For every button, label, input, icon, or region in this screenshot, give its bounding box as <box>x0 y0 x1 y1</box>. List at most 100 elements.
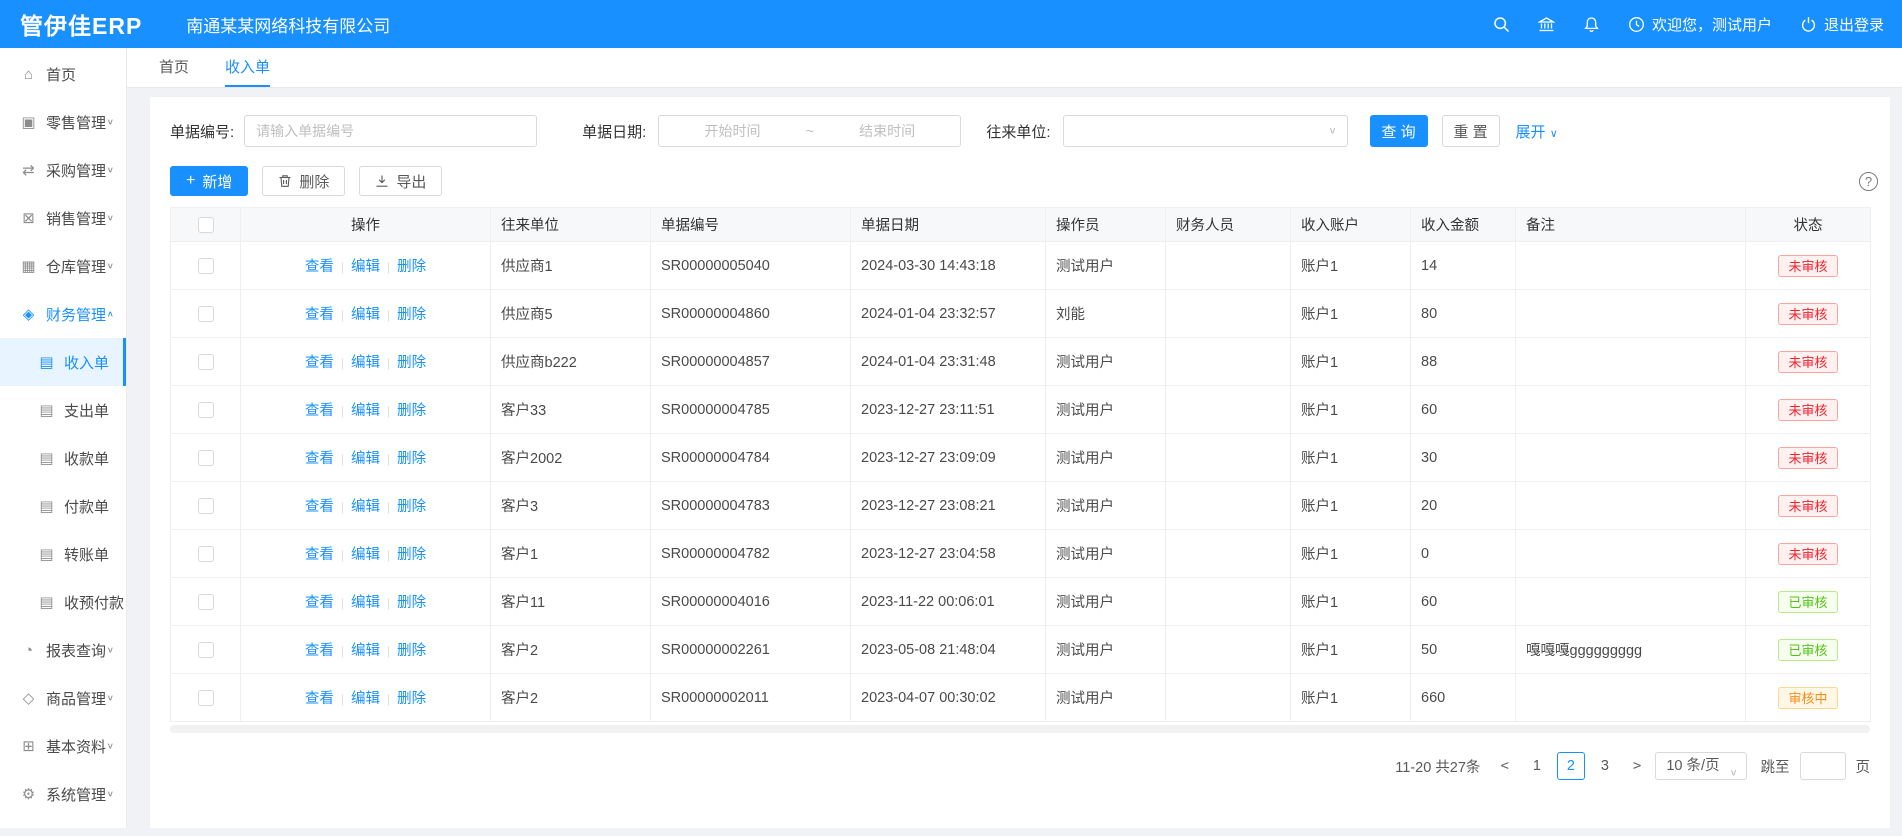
edit-link[interactable]: 编辑 <box>351 547 380 563</box>
edit-link[interactable]: 编辑 <box>351 403 380 419</box>
prev-page-button[interactable]: < <box>1496 758 1512 774</box>
delete-link[interactable]: 删除 <box>397 259 426 275</box>
delete-link[interactable]: 删除 <box>397 691 426 707</box>
help-icon[interactable]: ? <box>1859 172 1878 191</box>
next-page-button[interactable]: > <box>1629 758 1645 774</box>
row-checkbox[interactable] <box>198 402 214 418</box>
sidebar-item[interactable]: ▤ 收预付款 <box>0 578 126 626</box>
table-row: 查看|编辑|删除 客户3 SR00000004783 2023-12-27 23… <box>171 482 1871 530</box>
table-horizontal-scrollbar[interactable] <box>170 725 1870 733</box>
sidebar-item[interactable]: ▦ 仓库管理 ∨ <box>0 242 126 290</box>
delete-link[interactable]: 删除 <box>397 451 426 467</box>
date-range-picker[interactable]: 开始时间 ~ 结束时间 <box>658 115 961 147</box>
view-link[interactable]: 查看 <box>305 499 334 515</box>
chevron-down-icon: ∨ <box>1550 128 1558 140</box>
menu-icon: ◔ <box>20 642 37 659</box>
page-number[interactable]: 1 <box>1523 752 1551 780</box>
edit-link[interactable]: 编辑 <box>351 643 380 659</box>
view-link[interactable]: 查看 <box>305 547 334 563</box>
delete-link[interactable]: 删除 <box>397 643 426 659</box>
sidebar-item[interactable]: ▣ 零售管理 ∨ <box>0 98 126 146</box>
partner-select[interactable]: ∨ <box>1063 115 1348 147</box>
delete-link[interactable]: 删除 <box>397 403 426 419</box>
sidebar-item[interactable]: ⊠ 销售管理 ∨ <box>0 194 126 242</box>
date-separator: ~ <box>806 123 814 139</box>
edit-link[interactable]: 编辑 <box>351 355 380 371</box>
delete-link[interactable]: 删除 <box>397 307 426 323</box>
sidebar-item[interactable]: ▤ 收入单 <box>0 338 126 386</box>
sidebar-item[interactable]: ⚙ 系统管理 ∨ <box>0 770 126 818</box>
page-number[interactable]: 2 <box>1557 752 1585 780</box>
tab[interactable]: 首页 <box>159 48 189 87</box>
row-checkbox[interactable] <box>198 594 214 610</box>
sidebar-item[interactable]: ⇄ 采购管理 ∨ <box>0 146 126 194</box>
bell-icon[interactable] <box>1583 16 1600 33</box>
expand-toggle[interactable]: 展开 ∨ <box>1516 121 1558 142</box>
cell-remark <box>1516 482 1746 530</box>
sidebar-item-label: 付款单 <box>64 496 109 517</box>
sidebar-item[interactable]: ▤ 收款单 <box>0 434 126 482</box>
view-link[interactable]: 查看 <box>305 691 334 707</box>
view-link[interactable]: 查看 <box>305 595 334 611</box>
row-actions: 查看|编辑|删除 <box>241 290 491 338</box>
search-icon[interactable] <box>1493 16 1510 33</box>
row-actions: 查看|编辑|删除 <box>241 338 491 386</box>
select-all-checkbox[interactable] <box>198 217 214 233</box>
delete-link[interactable]: 删除 <box>397 499 426 515</box>
jump-page-input[interactable] <box>1800 752 1846 780</box>
export-button[interactable]: 导出 <box>359 166 442 196</box>
sidebar-item[interactable]: ▤ 付款单 <box>0 482 126 530</box>
add-button[interactable]: + 新增 <box>170 166 248 196</box>
view-link[interactable]: 查看 <box>305 307 334 323</box>
edit-link[interactable]: 编辑 <box>351 691 380 707</box>
reset-button[interactable]: 重 置 <box>1442 115 1500 147</box>
doc-no-input[interactable] <box>244 115 537 147</box>
view-link[interactable]: 查看 <box>305 643 334 659</box>
view-link[interactable]: 查看 <box>305 403 334 419</box>
column-header: 收入账户 <box>1291 208 1411 242</box>
delete-link[interactable]: 删除 <box>397 355 426 371</box>
row-checkbox[interactable] <box>198 354 214 370</box>
row-checkbox[interactable] <box>198 498 214 514</box>
view-link[interactable]: 查看 <box>305 259 334 275</box>
cell-finance-staff <box>1166 242 1291 290</box>
cell-account: 账户1 <box>1291 674 1411 722</box>
delete-link[interactable]: 删除 <box>397 595 426 611</box>
status-badge: 已审核 <box>1778 591 1837 613</box>
sidebar-item[interactable]: ◇ 商品管理 ∨ <box>0 674 126 722</box>
menu-icon: ⊠ <box>20 209 37 227</box>
edit-link[interactable]: 编辑 <box>351 499 380 515</box>
view-link[interactable]: 查看 <box>305 451 334 467</box>
view-link[interactable]: 查看 <box>305 355 334 371</box>
bank-icon[interactable] <box>1538 16 1555 33</box>
date-end-placeholder[interactable]: 结束时间 <box>814 121 960 141</box>
cell-operator: 测试用户 <box>1046 674 1166 722</box>
user-welcome[interactable]: 欢迎您，测试用户 <box>1628 14 1772 35</box>
row-checkbox[interactable] <box>198 546 214 562</box>
sidebar-item[interactable]: ⊞ 基本资料 ∨ <box>0 722 126 770</box>
tab[interactable]: 收入单 <box>225 48 270 87</box>
row-checkbox[interactable] <box>198 258 214 274</box>
edit-link[interactable]: 编辑 <box>351 451 380 467</box>
row-checkbox[interactable] <box>198 450 214 466</box>
sidebar-item-label: 收款单 <box>64 448 109 469</box>
search-button[interactable]: 查 询 <box>1370 115 1428 147</box>
page-size-select[interactable]: 10 条/页 ∨ <box>1655 752 1746 780</box>
delete-link[interactable]: 删除 <box>397 547 426 563</box>
edit-link[interactable]: 编辑 <box>351 595 380 611</box>
sidebar-item[interactable]: ◈ 财务管理 ∧ <box>0 290 126 338</box>
logout-button[interactable]: 退出登录 <box>1800 14 1884 35</box>
row-checkbox[interactable] <box>198 642 214 658</box>
page-number[interactable]: 3 <box>1591 752 1619 780</box>
sidebar-item[interactable]: ▤ 转账单 <box>0 530 126 578</box>
date-start-placeholder[interactable]: 开始时间 <box>659 121 805 141</box>
table-row: 查看|编辑|删除 客户11 SR00000004016 2023-11-22 0… <box>171 578 1871 626</box>
sidebar-item[interactable]: ◔ 报表查询 ∨ <box>0 626 126 674</box>
sidebar-item[interactable]: ▤ 支出单 <box>0 386 126 434</box>
sidebar-item[interactable]: ⌂ 首页 <box>0 50 126 98</box>
row-checkbox[interactable] <box>198 306 214 322</box>
row-checkbox[interactable] <box>198 690 214 706</box>
edit-link[interactable]: 编辑 <box>351 259 380 275</box>
delete-button[interactable]: 删除 <box>262 166 345 196</box>
edit-link[interactable]: 编辑 <box>351 307 380 323</box>
